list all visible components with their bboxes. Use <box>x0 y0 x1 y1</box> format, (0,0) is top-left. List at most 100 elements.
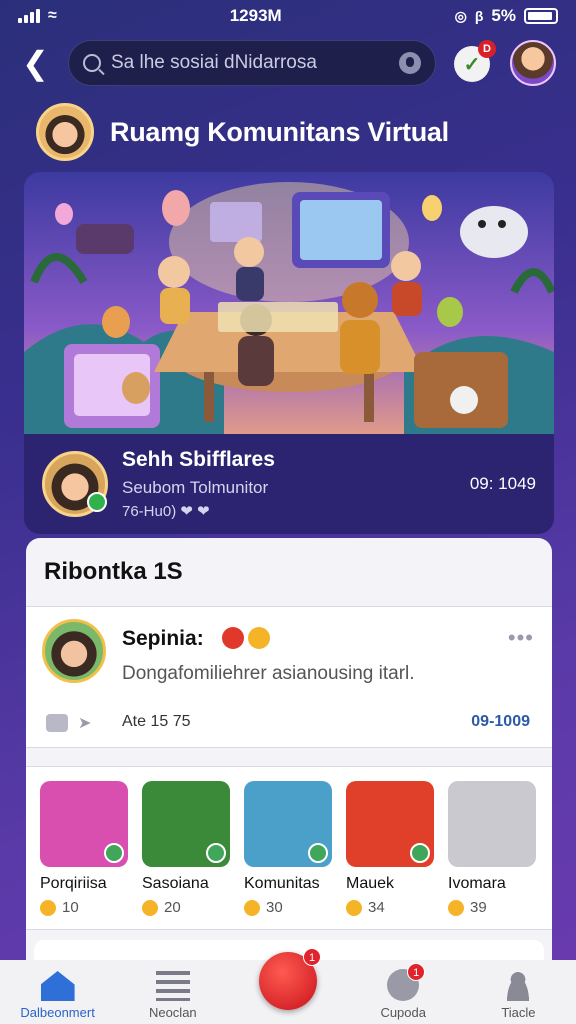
signal-icon <box>18 9 40 23</box>
community-item[interactable]: Sasoiana 20 <box>142 781 230 916</box>
community-avatar[interactable] <box>36 103 94 161</box>
community-thumb <box>448 781 536 867</box>
hero-info: Sehh Sbifflares Seubom Tolmunitor 76-Hu0… <box>24 434 554 534</box>
community-name: Komunitas <box>244 875 320 892</box>
nav-label-profile: Tiacle <box>501 1005 536 1020</box>
nav-home[interactable]: Dalbeonmert <box>0 960 115 1024</box>
community-badge-icon <box>104 843 124 863</box>
feed-panel: Ribontka 1S Sepinia: ••• Dongafomiliehre… <box>26 538 552 980</box>
battery-percent: 5% <box>491 6 516 25</box>
emoji-icon <box>448 899 464 916</box>
community-name: Mauek <box>346 875 395 892</box>
profile-avatar[interactable] <box>510 40 556 86</box>
nav-profile[interactable]: Tiacle <box>461 960 576 1024</box>
community-count-value: 10 <box>62 899 79 916</box>
community-thumb <box>142 781 230 867</box>
search-input[interactable]: Sa lhe sosiai dNidarrosa <box>68 40 436 86</box>
center-badge: 1 <box>303 948 321 966</box>
voice-search-icon[interactable] <box>399 52 421 74</box>
hero-illustration <box>24 172 554 434</box>
check-icon: ✓ <box>463 53 481 76</box>
nav-notifications[interactable]: 1 Cupoda <box>346 960 461 1024</box>
smile-emoji-icon <box>248 627 270 649</box>
notification-badge: D <box>478 40 496 58</box>
status-bar: ≈ 1293M ◎ β 5% <box>0 0 576 32</box>
post-card[interactable]: Sepinia: ••• Dongafomiliehrer asianousin… <box>26 606 552 748</box>
post-stat: Ate 15 75 <box>122 713 191 730</box>
notification-icon: 1 <box>387 963 426 1001</box>
community-strip: Porqiriisa 10 Sasoiana 20 Komunitas 30 M… <box>26 766 552 930</box>
hero-subtitle: Seubom Tolmunitor <box>122 478 269 497</box>
post-actions: ➤ <box>46 713 91 733</box>
nav-label-home: Dalbeonmert <box>20 1005 95 1020</box>
community-count: 34 <box>346 899 434 916</box>
community-name: Sasoiana <box>142 875 209 892</box>
notifications-button[interactable]: ✓ D <box>454 40 496 82</box>
page-title: Ruamg Komunitans Virtual <box>110 116 449 147</box>
battery-icon <box>523 8 558 24</box>
hero-meta: 76-Hu0) ❤ ❤ <box>122 503 210 520</box>
status-time: 1293M <box>229 6 282 25</box>
more-options-icon[interactable]: ••• <box>508 625 534 651</box>
community-count: 20 <box>142 899 230 916</box>
nav-center[interactable]: 1 <box>230 948 345 1024</box>
community-count: 10 <box>40 899 128 916</box>
status-right: ◎ β 5% <box>455 6 558 26</box>
search-placeholder: Sa lhe sosiai dNidarrosa <box>111 52 317 73</box>
post-author: Sepinia: <box>122 627 204 650</box>
community-count: 30 <box>244 899 332 916</box>
home-icon <box>40 971 75 1001</box>
community-item[interactable]: Mauek 34 <box>346 781 434 916</box>
emoji-icon <box>346 899 362 916</box>
community-item[interactable]: Komunitas 30 <box>244 781 332 916</box>
nav-notification-badge: 1 <box>407 963 426 981</box>
post-time: 09-1009 <box>471 713 530 730</box>
person-icon <box>504 971 533 1001</box>
nav-menu[interactable]: Neoclan <box>115 960 230 1024</box>
bottom-nav: Dalbeonmert Neoclan 1 1 Cupoda Tiacle <box>0 948 576 1024</box>
nav-label-notifications: Cupoda <box>380 1005 426 1020</box>
community-badge-icon <box>410 843 430 863</box>
page-header: Ruamg Komunitans Virtual <box>36 102 556 162</box>
online-status-icon <box>87 492 107 512</box>
community-count-value: 20 <box>164 899 181 916</box>
wifi-icon: ≈ <box>48 7 57 24</box>
emoji-icon <box>244 899 260 916</box>
status-left: ≈ <box>18 7 57 25</box>
panel-title: Ribontka 1S <box>44 558 183 585</box>
community-count-value: 30 <box>266 899 283 916</box>
community-name: Porqiriisa <box>40 875 107 892</box>
menu-icon <box>155 971 190 1001</box>
community-count: 39 <box>448 899 536 916</box>
community-count-value: 34 <box>368 899 385 916</box>
community-name: Ivomara <box>448 875 506 892</box>
back-button[interactable]: ❮ <box>22 47 54 80</box>
post-body: Dongafomiliehrer asianousing itarl. <box>122 663 415 684</box>
community-thumb <box>40 781 128 867</box>
post-avatar[interactable] <box>42 619 106 683</box>
emoji-icon <box>40 899 56 916</box>
hero-text: Sehh Sbifflares Seubom Tolmunitor 76-Hu0… <box>122 448 456 520</box>
like-icon[interactable] <box>46 714 68 732</box>
center-action-button[interactable]: 1 <box>259 948 321 1010</box>
community-thumb <box>346 781 434 867</box>
community-badge-icon <box>206 843 226 863</box>
community-badge-icon <box>308 843 328 863</box>
community-item[interactable]: Ivomara 39 <box>448 781 536 916</box>
hero-card[interactable]: Sehh Sbifflares Seubom Tolmunitor 76-Hu0… <box>24 172 554 534</box>
bluetooth-icon: β <box>474 8 484 24</box>
community-thumb <box>244 781 332 867</box>
community-count-value: 39 <box>470 899 487 916</box>
hero-avatar[interactable] <box>42 451 108 517</box>
share-icon[interactable]: ➤ <box>78 713 91 733</box>
hero-time: 09: 1049 <box>469 474 536 493</box>
top-nav: ❮ Sa lhe sosiai dNidarrosa ✓ D <box>0 40 576 88</box>
community-item[interactable]: Porqiriisa 10 <box>40 781 128 916</box>
alarm-icon: ◎ <box>454 7 467 24</box>
angry-emoji-icon <box>222 627 244 649</box>
search-icon <box>83 54 101 72</box>
nav-label-menu: Neoclan <box>148 1005 197 1020</box>
post-emoji <box>222 627 270 649</box>
emoji-icon <box>142 899 158 916</box>
hero-name: Sehh Sbifflares <box>122 448 275 471</box>
